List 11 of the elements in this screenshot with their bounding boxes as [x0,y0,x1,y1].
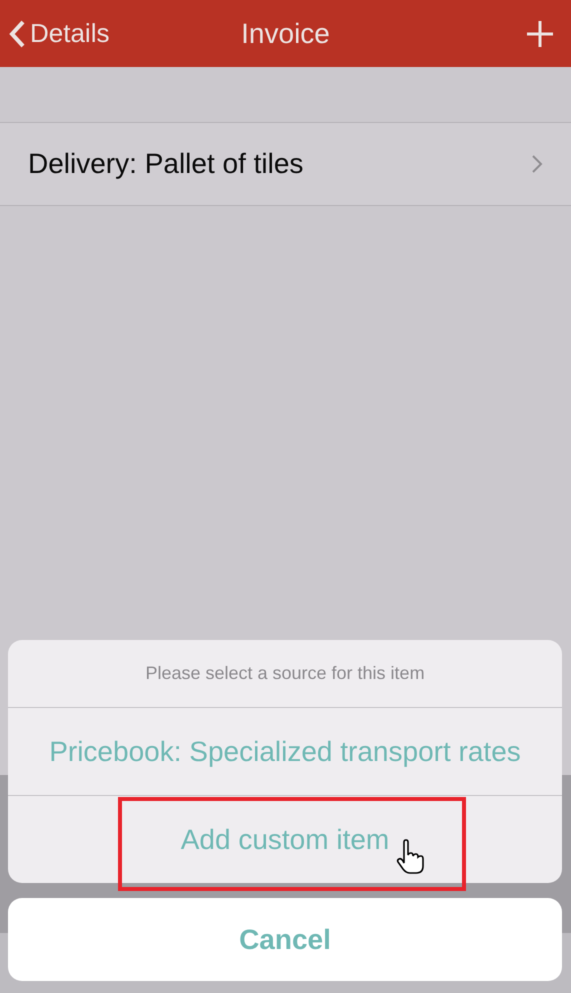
sheet-message: Please select a source for this item [144,662,426,685]
cancel-button[interactable]: Cancel [8,898,562,981]
back-button[interactable]: Details [8,14,188,53]
chevron-left-icon [8,18,26,48]
line-item-label: Delivery: Pallet of tiles [28,147,304,181]
line-item-row[interactable]: Delivery: Pallet of tiles [0,122,571,206]
hand-cursor-icon [396,839,426,875]
nav-title: Invoice [240,16,331,50]
chevron-right-icon [531,154,543,174]
plus-icon[interactable] [525,18,555,48]
action-item[interactable]: Pricebook: Specialized transport rates [8,707,562,795]
